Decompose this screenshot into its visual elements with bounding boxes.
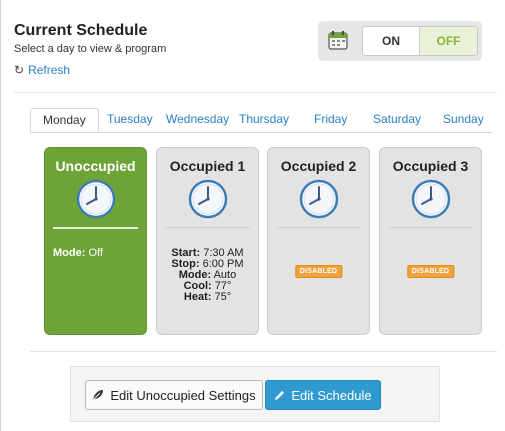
card-title: Occupied 2 (280, 158, 357, 174)
mode-value: Off (88, 247, 103, 259)
mode-label: Mode: (53, 247, 86, 259)
tab-sunday[interactable]: Sunday (443, 108, 484, 132)
tab-tuesday[interactable]: Tuesday (107, 108, 153, 132)
card-title: Occupied 1 (169, 158, 246, 174)
card-title: Occupied 3 (392, 158, 469, 174)
calendar-icon (328, 31, 348, 50)
edit-schedule-button[interactable]: Edit Schedule (265, 380, 381, 410)
disabled-badge: DISABLED (406, 265, 455, 278)
clock-icon (76, 179, 116, 219)
refresh-link[interactable]: ↻ Refresh (14, 63, 70, 77)
heat-row: Heat: 75° (183, 291, 232, 303)
tab-monday[interactable]: Monday (30, 108, 99, 132)
day-tabs: Monday Tuesday Wednesday Thursday Friday… (30, 108, 492, 133)
tab-thursday[interactable]: Thursday (239, 108, 289, 132)
left-border (0, 0, 1, 431)
card-divider (53, 227, 138, 229)
schedule-card-occupied-3[interactable]: Occupied 3 DISABLED (379, 147, 482, 335)
tab-saturday[interactable]: Saturday (373, 108, 421, 132)
clock-icon (188, 179, 228, 219)
card-divider (165, 227, 250, 228)
schedule-card-occupied-2[interactable]: Occupied 2 DISABLED (267, 147, 370, 335)
divider (30, 351, 497, 352)
page-subtitle: Select a day to view & program (14, 43, 167, 55)
pencil-icon (274, 390, 285, 401)
tab-friday[interactable]: Friday (314, 108, 347, 132)
refresh-label: Refresh (28, 63, 71, 77)
on-button[interactable]: ON (363, 27, 420, 55)
schedule-toggle: ON OFF (318, 21, 482, 61)
disabled-badge: DISABLED (294, 265, 343, 278)
card-divider (276, 227, 361, 228)
off-button[interactable]: OFF (420, 27, 477, 55)
page-title: Current Schedule (14, 22, 148, 39)
schedule-card-occupied-1[interactable]: Occupied 1 Start: 7:30 AM Stop: 6:00 PM … (156, 147, 259, 335)
divider (14, 92, 497, 93)
card-title: Unoccupied (55, 158, 136, 174)
clock-icon (299, 179, 339, 219)
schedule-details: Start: 7:30 AM Stop: 6:00 PM Mode: Auto … (157, 248, 258, 303)
mode-line: Mode: Off (53, 247, 103, 259)
on-off-switch: ON OFF (362, 26, 478, 56)
card-divider (388, 227, 473, 228)
edit-schedule-label: Edit Schedule (291, 387, 372, 403)
tab-wednesday[interactable]: Wednesday (166, 108, 229, 132)
leaf-icon (92, 389, 104, 401)
action-bar: Edit Unoccupied Settings Edit Schedule (70, 366, 440, 422)
edit-unoccupied-settings-button[interactable]: Edit Unoccupied Settings (85, 380, 263, 410)
refresh-icon: ↻ (14, 63, 25, 77)
edit-unoccupied-label: Edit Unoccupied Settings (110, 387, 256, 403)
schedule-card-unoccupied[interactable]: Unoccupied Mode: Off (44, 147, 147, 335)
clock-icon (411, 179, 451, 219)
